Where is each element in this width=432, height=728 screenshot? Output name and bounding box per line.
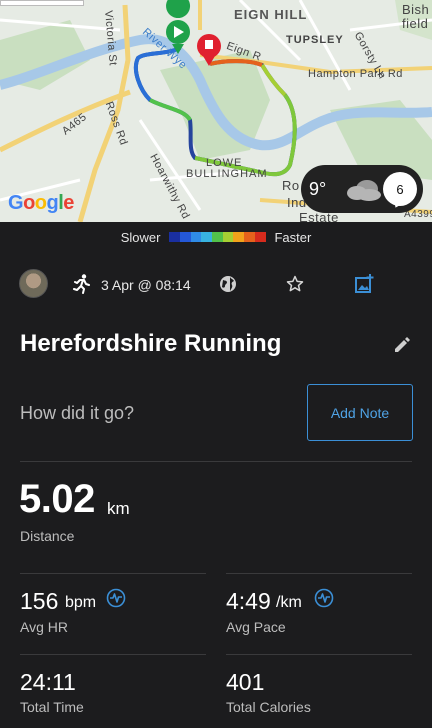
divider (20, 654, 206, 655)
map-label-ro: Ro (282, 178, 300, 193)
note-prompt: How did it go? (20, 403, 135, 423)
google-logo-g2: g (46, 192, 59, 214)
running-icon (73, 274, 90, 294)
activity-date: 3 Apr @ 08:14 (101, 277, 191, 293)
avg-hr-label: Avg HR (20, 619, 68, 635)
google-logo-o1: o (23, 192, 35, 214)
avg-hr-value: 156 (20, 588, 59, 614)
total-time-value: 24:11 (20, 669, 76, 695)
weather-temperature: 9° (309, 178, 327, 199)
divider (226, 654, 412, 655)
edit-pencil-icon[interactable] (393, 336, 411, 354)
legend-swatch-4 (212, 232, 223, 242)
map-label-bullingham: BULLINGHAM (186, 168, 268, 180)
avg-pace-label: Avg Pace (226, 619, 286, 635)
avg-hr-unit: bpm (65, 594, 97, 611)
legend-swatch-5 (222, 232, 234, 242)
legend-swatch-2 (190, 232, 202, 242)
legend-swatch-6 (233, 232, 245, 242)
wind-speed-icon: 6 (383, 172, 417, 206)
legend-slower: Slower (120, 229, 161, 245)
map-label-eign-hill: EIGN HILL (234, 7, 308, 22)
legend-swatch-8 (254, 232, 266, 242)
activity-title: Herefordshire Running (20, 330, 282, 357)
legend-swatch-0 (169, 232, 181, 242)
distance-unit: km (107, 499, 130, 518)
add-note-button[interactable]: Add Note (307, 384, 413, 441)
divider (226, 573, 412, 574)
map-label-hampton-park: Hampton Park Rd (308, 68, 403, 80)
cloud-icon (347, 180, 381, 201)
map-label-bishop: Bish (402, 2, 430, 17)
wind-speed: 6 (396, 181, 404, 197)
total-calories-label: Total Calories (226, 699, 311, 715)
legend-swatch-1 (180, 232, 191, 242)
map-top-strip (0, 0, 84, 6)
heart-rate-chart-icon[interactable] (106, 588, 126, 608)
weather-badge: 9° 6 (301, 165, 423, 213)
google-logo: Google (8, 192, 74, 215)
star-icon[interactable] (286, 275, 304, 293)
avatar[interactable] (19, 269, 48, 298)
route-map[interactable]: EIGN HILL TUPSLEY Bish field Gorsty Ln H… (0, 0, 432, 222)
legend-swatch-7 (244, 232, 255, 242)
pace-chart-icon[interactable] (314, 588, 334, 608)
google-logo-o2: o (34, 192, 47, 214)
map-label-tupsley: TUPSLEY (286, 34, 344, 46)
globe-icon[interactable] (219, 275, 237, 293)
divider (20, 461, 412, 462)
google-logo-e: e (63, 192, 74, 214)
legend-faster: Faster (274, 229, 312, 245)
add-photo-icon[interactable] (354, 274, 374, 294)
total-calories-value: 401 (226, 669, 265, 695)
avg-pace-value: 4:49 (226, 588, 271, 614)
google-logo-g: G (8, 192, 24, 214)
distance-value: 5.02 (19, 477, 95, 521)
divider (20, 573, 206, 574)
map-label-field: field (402, 16, 429, 31)
total-time-label: Total Time (20, 699, 84, 715)
legend-swatch-3 (201, 232, 213, 242)
pace-legend: Slower Faster (0, 226, 432, 248)
distance-label: Distance (20, 528, 75, 544)
avg-pace-unit: /km (276, 594, 302, 611)
legend-color-bar (169, 232, 266, 242)
